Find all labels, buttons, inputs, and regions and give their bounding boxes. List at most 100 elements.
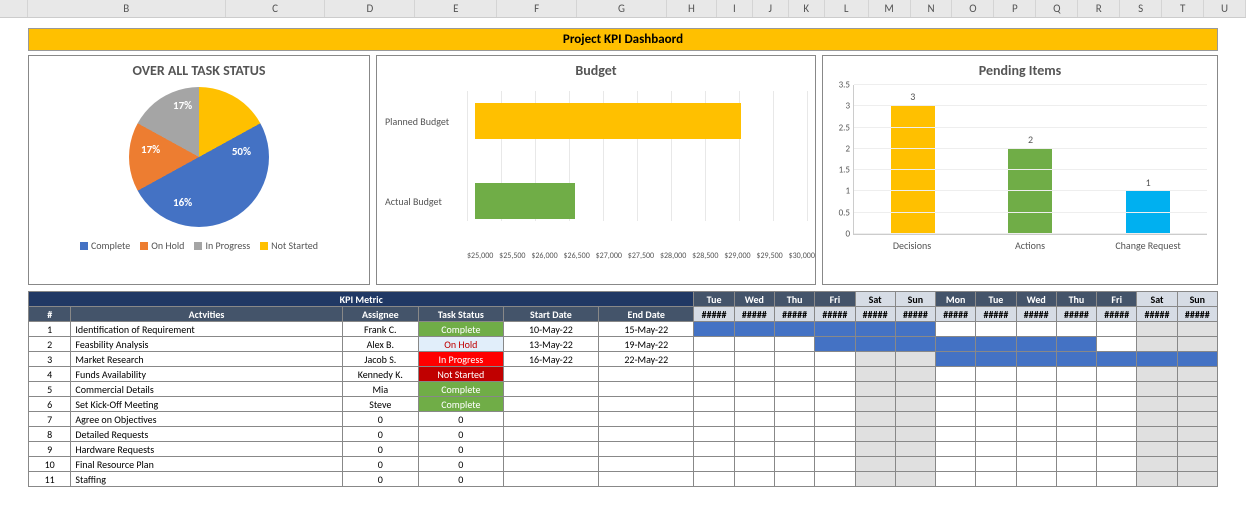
table-cell[interactable]: Detailed Requests [71, 427, 342, 442]
gantt-cell[interactable] [1097, 322, 1137, 337]
gantt-cell[interactable] [734, 397, 774, 412]
table-row[interactable]: 4Funds AvailabilityKennedy K.Not Started [29, 367, 1218, 382]
table-cell[interactable] [503, 412, 598, 427]
column-header[interactable]: L [825, 0, 869, 17]
gantt-cell[interactable] [1056, 352, 1096, 367]
gantt-cell[interactable] [774, 412, 814, 427]
table-cell[interactable]: 3 [29, 352, 71, 367]
table-cell[interactable]: 19-May-22 [599, 337, 694, 352]
gantt-cell[interactable] [1097, 412, 1137, 427]
gantt-cell[interactable] [1016, 397, 1056, 412]
gantt-cell[interactable] [774, 337, 814, 352]
column-header[interactable]: R [1078, 0, 1120, 17]
gantt-cell[interactable] [976, 367, 1016, 382]
gantt-cell[interactable] [1056, 442, 1096, 457]
gantt-cell[interactable] [976, 442, 1016, 457]
table-cell[interactable]: 9 [29, 442, 71, 457]
gantt-cell[interactable] [815, 427, 855, 442]
gantt-cell[interactable] [1177, 412, 1217, 427]
table-cell[interactable]: On Hold [418, 337, 503, 352]
column-header[interactable]: P [994, 0, 1036, 17]
gantt-cell[interactable] [936, 382, 976, 397]
gantt-cell[interactable] [1056, 367, 1096, 382]
gantt-cell[interactable] [976, 472, 1016, 487]
gantt-cell[interactable] [694, 412, 734, 427]
gantt-cell[interactable] [855, 382, 895, 397]
gantt-cell[interactable] [734, 382, 774, 397]
gantt-cell[interactable] [1137, 322, 1177, 337]
column-header[interactable]: E [415, 0, 497, 17]
gantt-cell[interactable] [855, 442, 895, 457]
gantt-cell[interactable] [694, 337, 734, 352]
gantt-cell[interactable] [1177, 352, 1217, 367]
gantt-cell[interactable] [976, 352, 1016, 367]
gantt-cell[interactable] [895, 397, 935, 412]
column-header[interactable]: T [1162, 0, 1204, 17]
gantt-cell[interactable] [855, 472, 895, 487]
gantt-cell[interactable] [734, 367, 774, 382]
table-cell[interactable]: 2 [29, 337, 71, 352]
table-cell[interactable]: Agree on Objectives [71, 412, 342, 427]
table-cell[interactable] [599, 442, 694, 457]
table-cell[interactable]: Market Research [71, 352, 342, 367]
gantt-cell[interactable] [1056, 472, 1096, 487]
gantt-cell[interactable] [895, 427, 935, 442]
gantt-cell[interactable] [734, 442, 774, 457]
gantt-cell[interactable] [1056, 382, 1096, 397]
table-cell[interactable]: 11 [29, 472, 71, 487]
column-header[interactable]: O [952, 0, 994, 17]
gantt-cell[interactable] [855, 337, 895, 352]
gantt-cell[interactable] [1016, 442, 1056, 457]
gantt-cell[interactable] [815, 367, 855, 382]
gantt-cell[interactable] [1177, 427, 1217, 442]
table-cell[interactable] [503, 367, 598, 382]
gantt-cell[interactable] [895, 412, 935, 427]
gantt-cell[interactable] [815, 457, 855, 472]
table-cell[interactable]: Complete [418, 397, 503, 412]
table-cell[interactable] [503, 427, 598, 442]
gantt-cell[interactable] [1097, 397, 1137, 412]
gantt-cell[interactable] [895, 367, 935, 382]
table-cell[interactable]: In Progress [418, 352, 503, 367]
table-cell[interactable]: Mia [342, 382, 418, 397]
table-cell[interactable] [599, 367, 694, 382]
gantt-cell[interactable] [855, 397, 895, 412]
gantt-cell[interactable] [774, 322, 814, 337]
table-cell[interactable]: Set Kick-Off Meeting [71, 397, 342, 412]
gantt-cell[interactable] [774, 427, 814, 442]
column-header[interactable]: H [667, 0, 717, 17]
gantt-cell[interactable] [815, 382, 855, 397]
gantt-cell[interactable] [895, 352, 935, 367]
gantt-cell[interactable] [1016, 367, 1056, 382]
gantt-cell[interactable] [936, 412, 976, 427]
table-cell[interactable]: 22-May-22 [599, 352, 694, 367]
gantt-cell[interactable] [976, 382, 1016, 397]
gantt-cell[interactable] [815, 352, 855, 367]
gantt-cell[interactable] [734, 472, 774, 487]
table-cell[interactable]: 10-May-22 [503, 322, 598, 337]
gantt-cell[interactable] [774, 397, 814, 412]
table-cell[interactable]: 0 [418, 457, 503, 472]
table-cell[interactable]: Alex B. [342, 337, 418, 352]
gantt-cell[interactable] [734, 427, 774, 442]
table-cell[interactable]: Kennedy K. [342, 367, 418, 382]
gantt-cell[interactable] [815, 472, 855, 487]
table-row[interactable]: 3Market ResearchJacob S.In Progress16-Ma… [29, 352, 1218, 367]
table-cell[interactable]: 0 [342, 472, 418, 487]
gantt-cell[interactable] [774, 367, 814, 382]
table-cell[interactable]: 5 [29, 382, 71, 397]
gantt-cell[interactable] [694, 322, 734, 337]
gantt-cell[interactable] [855, 352, 895, 367]
table-cell[interactable]: 16-May-22 [503, 352, 598, 367]
gantt-cell[interactable] [774, 352, 814, 367]
gantt-cell[interactable] [1056, 337, 1096, 352]
gantt-cell[interactable] [694, 457, 734, 472]
gantt-cell[interactable] [976, 427, 1016, 442]
budget-chart-panel[interactable]: Budget Planned Budget Actual Budget $25,… [376, 55, 816, 285]
gantt-cell[interactable] [895, 442, 935, 457]
gantt-cell[interactable] [734, 322, 774, 337]
gantt-cell[interactable] [1177, 337, 1217, 352]
table-cell[interactable]: 10 [29, 457, 71, 472]
table-cell[interactable]: 0 [342, 442, 418, 457]
pending-items-chart-panel[interactable]: Pending Items 321 00.511.522.533.5 Decis… [822, 55, 1218, 285]
